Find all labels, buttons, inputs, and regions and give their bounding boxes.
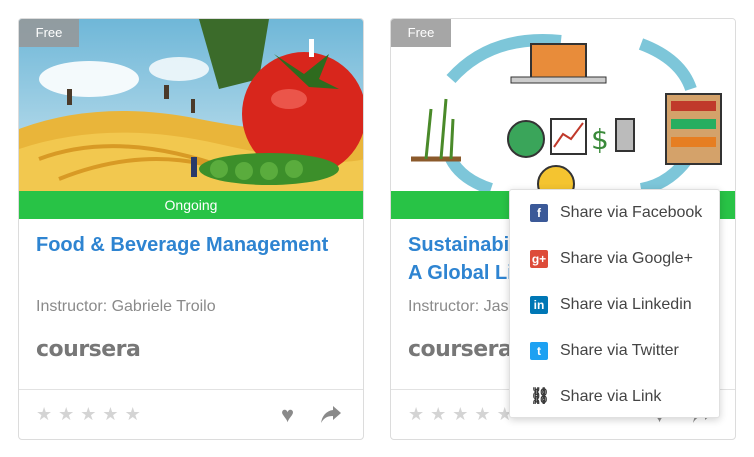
provider-logo: coursera bbox=[408, 337, 513, 362]
star-icon[interactable]: ★ bbox=[58, 405, 74, 423]
share-menu: f Share via Facebook g+ Share via Google… bbox=[509, 189, 720, 418]
free-badge: Free bbox=[19, 19, 79, 47]
share-google-plus-item[interactable]: g+ Share via Google+ bbox=[510, 236, 719, 282]
share-linkedin-item[interactable]: in Share via Linkedin bbox=[510, 282, 719, 328]
share-link-item[interactable]: ⛓ Share via Link bbox=[510, 374, 719, 420]
share-icon[interactable] bbox=[319, 402, 343, 431]
share-facebook-item[interactable]: f Share via Facebook bbox=[510, 190, 719, 236]
star-icon[interactable]: ★ bbox=[408, 405, 424, 423]
card-footer: ★ ★ ★ ★ ★ ♥ bbox=[19, 389, 363, 439]
course-thumbnail[interactable]: $ Free bbox=[391, 19, 735, 191]
course-thumbnail[interactable]: Free bbox=[19, 19, 363, 191]
star-icon[interactable]: ★ bbox=[125, 405, 141, 423]
course-title-line1[interactable]: Sustainabi bbox=[408, 234, 509, 256]
star-icon[interactable]: ★ bbox=[80, 405, 96, 423]
share-twitter-item[interactable]: t Share via Twitter bbox=[510, 328, 719, 374]
twitter-icon: t bbox=[530, 342, 548, 360]
share-google-plus-label: Share via Google+ bbox=[560, 250, 693, 267]
instructor-name: Instructor: Gabriele Troilo bbox=[36, 298, 216, 315]
star-icon[interactable]: ★ bbox=[474, 405, 490, 423]
star-icon[interactable]: ★ bbox=[452, 405, 468, 423]
linkedin-icon: in bbox=[530, 296, 548, 314]
status-bar: Ongoing bbox=[19, 191, 363, 219]
course-card[interactable]: Free Ongoing Food & Beverage Management … bbox=[18, 18, 364, 440]
svg-text:$: $ bbox=[591, 123, 609, 156]
rating-stars[interactable]: ★ ★ ★ ★ ★ bbox=[408, 405, 513, 423]
google-plus-icon: g+ bbox=[530, 250, 548, 268]
free-badge: Free bbox=[391, 19, 451, 47]
course-title[interactable]: Food & Beverage Management bbox=[36, 231, 351, 259]
share-link-label: Share via Link bbox=[560, 388, 662, 405]
share-facebook-label: Share via Facebook bbox=[560, 204, 703, 221]
link-icon: ⛓ bbox=[530, 388, 551, 405]
share-linkedin-label: Share via Linkedin bbox=[560, 296, 692, 313]
star-icon[interactable]: ★ bbox=[430, 405, 446, 423]
facebook-icon: f bbox=[530, 204, 548, 222]
rating-stars[interactable]: ★ ★ ★ ★ ★ bbox=[36, 405, 141, 423]
heart-icon[interactable]: ♥ bbox=[281, 404, 294, 426]
provider-logo: coursera bbox=[36, 337, 141, 362]
star-icon[interactable]: ★ bbox=[102, 405, 118, 423]
star-icon[interactable]: ★ bbox=[36, 405, 52, 423]
course-title-line2[interactable]: A Global Li bbox=[408, 262, 513, 284]
instructor-name: Instructor: Jas bbox=[408, 298, 509, 315]
share-twitter-label: Share via Twitter bbox=[560, 342, 679, 359]
